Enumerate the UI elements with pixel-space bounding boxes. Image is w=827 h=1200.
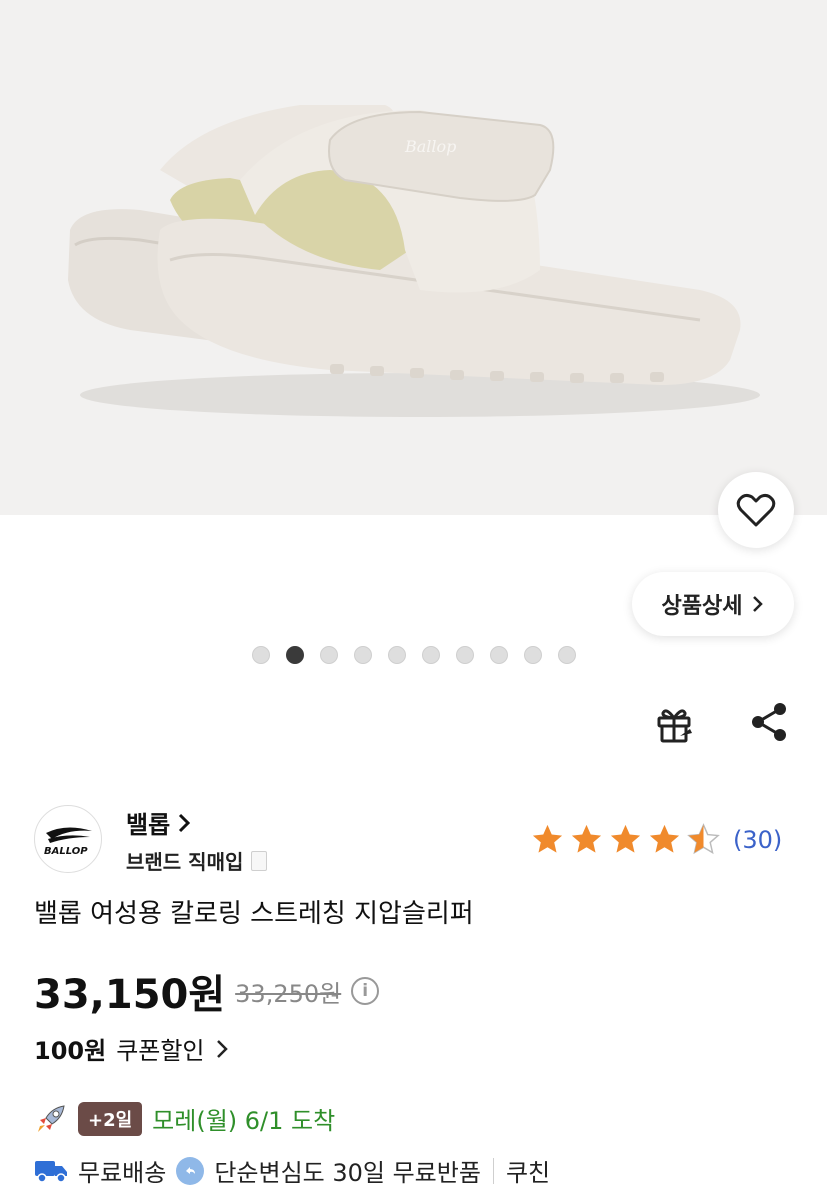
pagination-dot[interactable] [252,646,270,664]
truck-icon [35,1160,67,1183]
coupon-amount: 100원 [34,1037,107,1065]
product-image[interactable]: Ballop [0,0,827,515]
arrival-date: 모레(월) 6/1 도착 [152,1107,336,1135]
star-full-icon [649,824,680,853]
return-icon [176,1156,205,1185]
delivery-info: +2일 모레(월) 6/1 도착 [34,1101,335,1136]
pagination-dot[interactable] [456,646,474,664]
rocket-icon [38,1104,65,1132]
free-return-label: 단순변심도 30일 무료반품 [214,1159,481,1187]
pagination-dot[interactable] [558,646,576,664]
heart-outline-icon [736,493,776,527]
brand-type-label: 브랜드 직매입 [126,850,244,874]
wishlist-button[interactable] [718,472,794,548]
review-count[interactable]: (30) [733,826,782,854]
pagination-dot[interactable] [354,646,372,664]
star-full-icon [610,824,641,853]
info-icon[interactable]: i [351,977,380,1005]
product-detail-label: 상품상세 [661,594,743,619]
gift-button[interactable] [654,703,696,745]
service-info: 무료배송 단순변심도 30일 무료반품 쿠친 [34,1153,550,1188]
star-full-icon [571,824,602,853]
brand-logo[interactable]: BALLOP [34,805,102,873]
product-title: 밸롭 여성용 칼로링 스트레칭 지압슬리퍼 [34,899,474,929]
chevron-right-icon [216,1039,228,1058]
document-icon [251,850,268,871]
star-half-icon [687,823,720,855]
pagination-dot[interactable] [320,646,338,664]
gift-icon [657,709,692,743]
product-detail-button[interactable]: 상품상세 [632,572,794,636]
brand-name-link[interactable]: 밸롭 [126,805,191,840]
cushion-label: 쿠친 [505,1159,551,1187]
rating[interactable]: (30) [530,822,782,857]
share-button[interactable] [748,701,790,743]
pagination-dot-active[interactable] [286,646,304,664]
svg-text:BALLOP: BALLOP [44,846,88,857]
image-pagination [252,646,576,664]
brand-type: 브랜드 직매입 [126,846,268,875]
original-price: 33,250원 [235,979,342,1008]
chevron-right-icon [753,596,764,612]
share-icon [752,703,786,741]
pagination-dot[interactable] [422,646,440,664]
brand-name: 밸롭 [126,811,171,839]
divider [492,1157,494,1184]
price-row: 33,150원 33,250원 i [34,963,380,1019]
ballop-logo-icon: BALLOP [44,827,92,857]
chevron-right-icon [179,813,191,832]
delivery-badge: +2일 [78,1101,143,1136]
sandal-illustration: Ballop [68,105,760,417]
sale-price: 33,150원 [34,972,226,1018]
svg-text:Ballop: Ballop [404,137,456,156]
pagination-dot[interactable] [524,646,542,664]
pagination-dot[interactable] [388,646,406,664]
coupon-discount-link[interactable]: 100원 쿠폰할인 [34,1031,229,1066]
coupon-label: 쿠폰할인 [116,1037,205,1065]
pagination-dot[interactable] [490,646,508,664]
star-full-icon [532,824,563,853]
free-shipping-label: 무료배송 [78,1159,167,1187]
